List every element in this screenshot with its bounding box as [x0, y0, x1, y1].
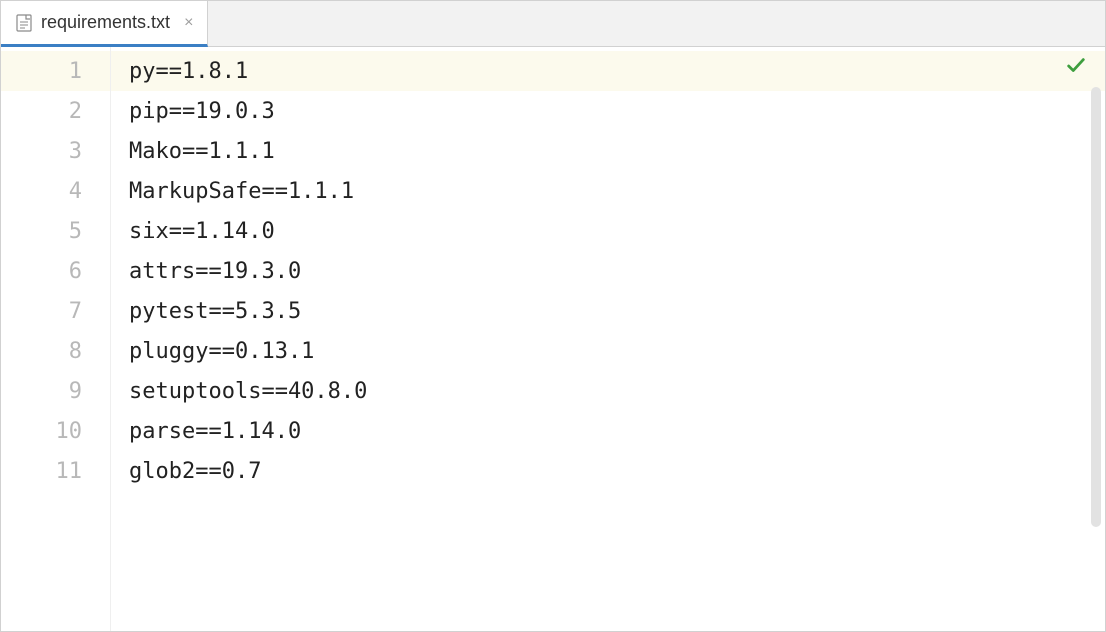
line-number[interactable]: 1 [1, 51, 110, 91]
code-line[interactable]: attrs==19.3.0 [111, 251, 1105, 291]
line-number[interactable]: 8 [1, 331, 110, 371]
scrollbar[interactable] [1091, 87, 1101, 527]
tab-bar: requirements.txt × [1, 1, 1105, 47]
gutter: 1234567891011 [1, 47, 111, 631]
file-text-icon [15, 13, 33, 33]
code-line[interactable]: pytest==5.3.5 [111, 291, 1105, 331]
close-icon[interactable]: × [184, 14, 193, 32]
tab-requirements[interactable]: requirements.txt × [1, 1, 208, 47]
editor: 1234567891011 py==1.8.1pip==19.0.3Mako==… [1, 47, 1105, 631]
line-number[interactable]: 3 [1, 131, 110, 171]
code-line[interactable]: six==1.14.0 [111, 211, 1105, 251]
line-number[interactable]: 10 [1, 411, 110, 451]
code-line[interactable]: MarkupSafe==1.1.1 [111, 171, 1105, 211]
code-line[interactable]: glob2==0.7 [111, 451, 1105, 491]
code-line[interactable]: parse==1.14.0 [111, 411, 1105, 451]
line-number[interactable]: 7 [1, 291, 110, 331]
checkmark-icon[interactable] [1065, 55, 1087, 83]
code-line[interactable]: setuptools==40.8.0 [111, 371, 1105, 411]
code-line[interactable]: py==1.8.1 [111, 51, 1105, 91]
line-number[interactable]: 5 [1, 211, 110, 251]
line-number[interactable]: 4 [1, 171, 110, 211]
line-number[interactable]: 11 [1, 451, 110, 491]
tab-label: requirements.txt [41, 12, 170, 33]
code-line[interactable]: pluggy==0.13.1 [111, 331, 1105, 371]
code-area[interactable]: py==1.8.1pip==19.0.3Mako==1.1.1MarkupSaf… [111, 47, 1105, 631]
code-line[interactable]: pip==19.0.3 [111, 91, 1105, 131]
line-number[interactable]: 2 [1, 91, 110, 131]
line-number[interactable]: 9 [1, 371, 110, 411]
line-number[interactable]: 6 [1, 251, 110, 291]
code-line[interactable]: Mako==1.1.1 [111, 131, 1105, 171]
